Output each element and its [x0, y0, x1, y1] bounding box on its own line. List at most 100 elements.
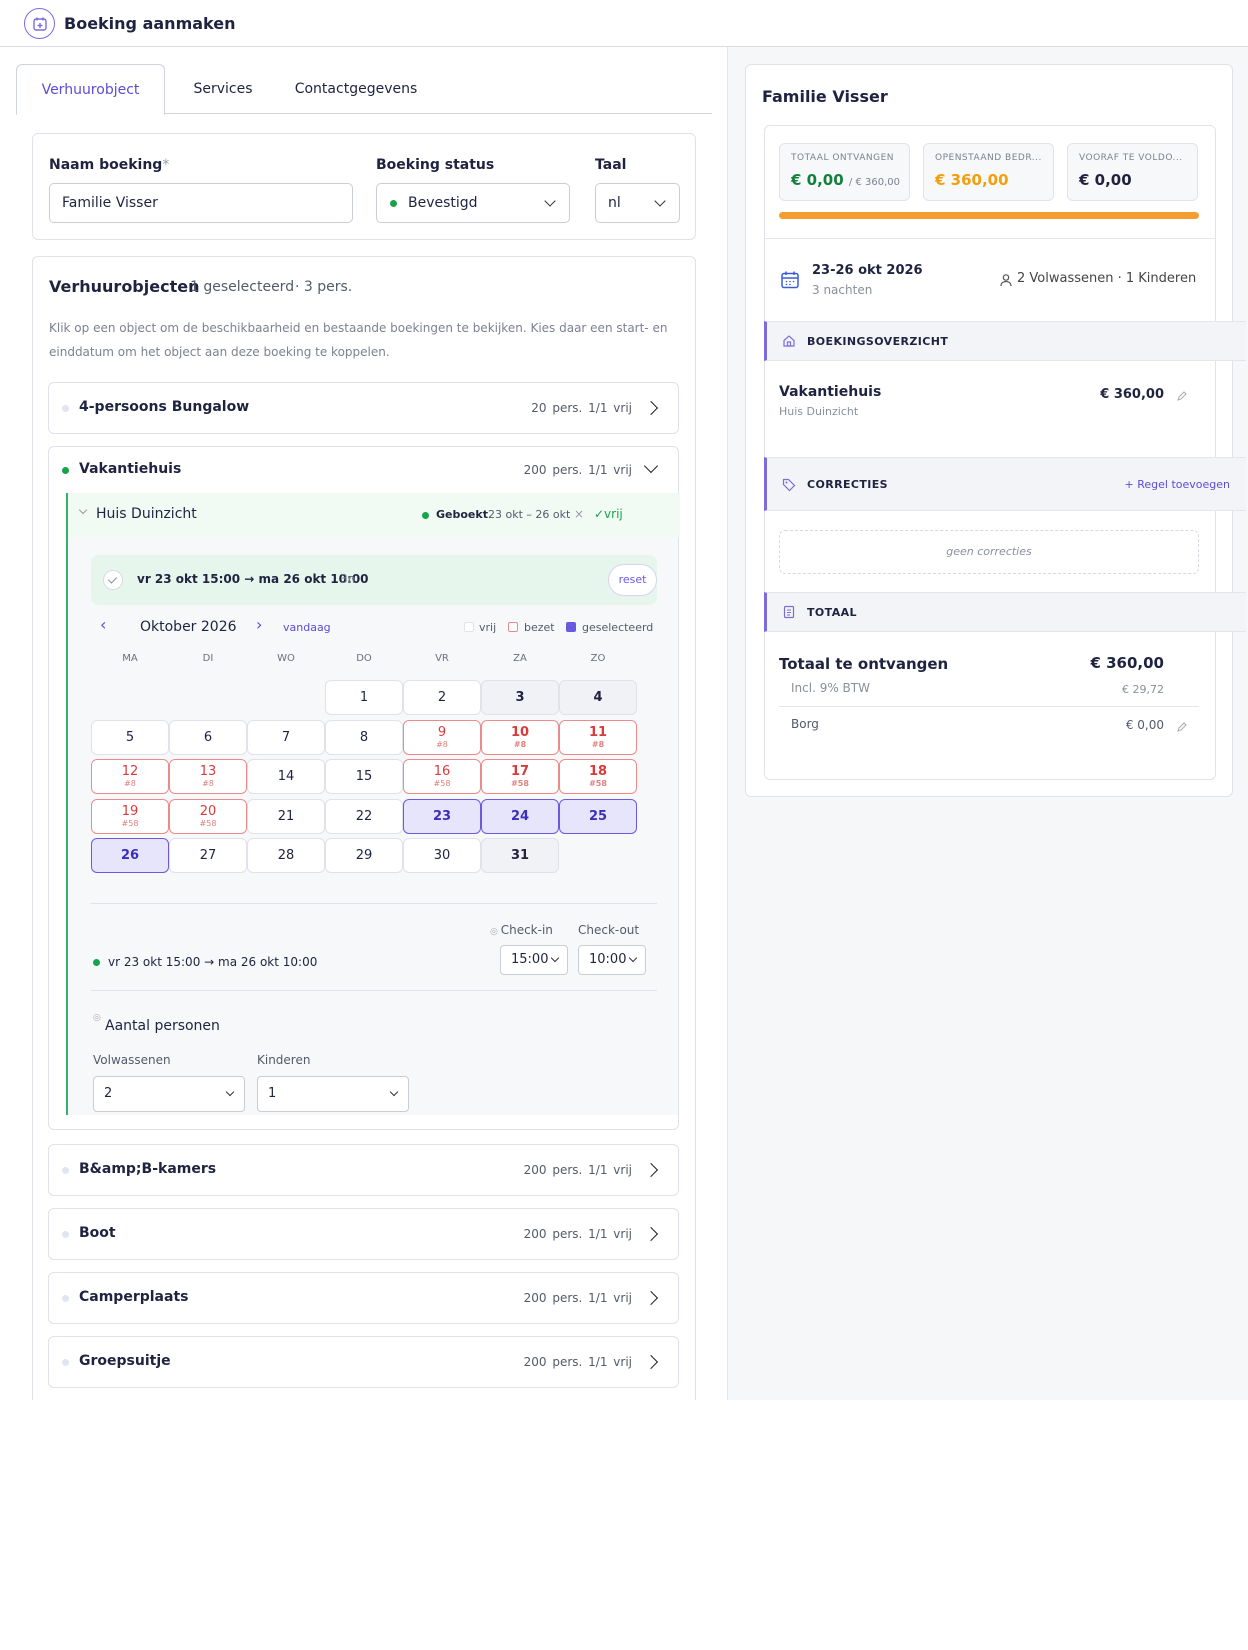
calendar-day-number: 8 [359, 729, 369, 745]
calendar-day-number: 31 [510, 848, 530, 863]
calendar-day[interactable]: 31 [481, 838, 559, 873]
calendar-day[interactable]: 25 [559, 798, 637, 834]
chevron-down-icon[interactable] [643, 458, 659, 474]
next-month-button[interactable]: › [256, 615, 262, 634]
stat-value: € 360,00 [935, 171, 1009, 189]
calendar-day[interactable]: 19 #58 [91, 798, 169, 834]
calendar-day[interactable]: 22 [325, 798, 403, 834]
object-name[interactable]: Vakantiehuis [79, 461, 181, 477]
calendar-day[interactable]: 20 #58 [169, 798, 247, 834]
calendar-day[interactable]: 24 [481, 798, 559, 834]
status-label: Boeking status [376, 157, 495, 173]
calendar-day-number: 2 [437, 690, 447, 705]
legend-busy-swatch [508, 622, 518, 632]
object-row[interactable]: Groepsuitje 200 pers. 1/1 vrij [48, 1336, 679, 1388]
chevron-down-icon [225, 1087, 235, 1097]
status-select[interactable]: Bevestigd [376, 183, 570, 223]
calendar-day[interactable]: 7 [247, 719, 325, 755]
stat-value: € 0,00 [1079, 171, 1132, 189]
calendar-day-booking: #58 [433, 779, 451, 788]
app-header: Boeking aanmaken [0, 0, 1248, 47]
calendar-day[interactable]: 9 #8 [403, 719, 481, 755]
language-select[interactable]: nl [595, 183, 680, 223]
calendar-day-number: 23 [432, 808, 452, 824]
weekday-header: ZO [590, 653, 606, 664]
calendar-day-number: 3 [515, 690, 525, 705]
today-button[interactable]: vandaag [283, 621, 331, 634]
edit-icon[interactable] [1176, 387, 1188, 406]
tab-contactgegevens[interactable]: Contactgegevens [281, 64, 431, 114]
calendar-day[interactable]: 3 [481, 680, 559, 715]
home-icon [782, 333, 796, 352]
unit-header[interactable]: Huis Duinzicht Geboekt 23 okt – 26 okt ×… [68, 493, 680, 537]
calendar-day[interactable]: 18 #58 [559, 759, 637, 794]
calendar-day-booking: #8 [513, 739, 527, 749]
calendar-day[interactable]: 13 #8 [169, 759, 247, 794]
calendar-day[interactable]: 8 [325, 719, 403, 755]
object-meta: 20 pers. 1/1 vrij [531, 401, 632, 415]
checkin-select[interactable]: 15:00 [500, 945, 568, 975]
tab-services[interactable]: Services [168, 64, 278, 114]
calendar-day[interactable]: 15 [325, 759, 403, 794]
weekday-header: DI [202, 653, 214, 664]
remove-unit-button[interactable]: × [574, 507, 584, 521]
object-meta: 200 pers. 1/1 vrij [523, 1355, 632, 1369]
calendar-day-number: 19 [121, 803, 139, 819]
calendar-day-number: 15 [355, 769, 373, 784]
adults-select[interactable]: 2 [93, 1076, 245, 1112]
calendar-day[interactable]: 30 [403, 838, 481, 873]
user-icon [999, 272, 1013, 291]
weekday-header: VR [435, 653, 449, 664]
calendar-day-number: 5 [125, 729, 135, 745]
children-select[interactable]: 1 [257, 1076, 409, 1112]
calendar-day-number: 26 [120, 848, 140, 863]
status-value: Bevestigd [408, 195, 478, 211]
calendar-day[interactable]: 16 #58 [403, 759, 481, 794]
calendar-day[interactable]: 2 [403, 680, 481, 715]
calendar-day-number: 16 [433, 764, 451, 779]
calendar-day[interactable]: 5 [91, 719, 169, 755]
checkout-select[interactable]: 10:00 [578, 945, 646, 975]
calendar-day-number: 14 [277, 769, 295, 784]
summary-guests: 2 Volwassenen · 1 Kinderen [1017, 271, 1197, 286]
calendar-day[interactable]: 23 [403, 798, 481, 834]
calendar-day[interactable]: 27 [169, 838, 247, 873]
calendar-day-number: 30 [433, 848, 451, 863]
calendar-day[interactable]: 6 [169, 719, 247, 755]
object-row[interactable]: Boot 200 pers. 1/1 vrij [48, 1208, 679, 1260]
object-row[interactable]: B&amp;B-kamers 200 pers. 1/1 vrij [48, 1144, 679, 1196]
calendar-day[interactable]: 28 [247, 838, 325, 873]
calendar-day[interactable]: 21 [247, 798, 325, 834]
calendar-day[interactable]: 10 #8 [481, 719, 559, 755]
reset-button[interactable]: reset [608, 564, 657, 596]
calendar-day-number: 18 [588, 764, 608, 779]
calendar-day[interactable]: 29 [325, 838, 403, 873]
calendar-day[interactable]: 12 #8 [91, 759, 169, 794]
booking-form-card: Naam boeking* Familie Visser Boeking sta… [32, 133, 696, 240]
legend-free: vrij [479, 621, 497, 634]
object-row[interactable]: 4-persoons Bungalow 20 pers. 1/1 vrij [48, 382, 679, 434]
divider [91, 990, 657, 991]
tab-verhuurobject[interactable]: Verhuurobject [16, 64, 165, 115]
total-label: Totaal te ontvangen [779, 655, 949, 673]
summary-card: Familie Visser TOTAAL ONTVANGEN € 0,00 /… [745, 64, 1246, 797]
add-rule-button[interactable]: + Regel toevoegen [1125, 478, 1230, 491]
info-icon: ◎ [93, 1013, 101, 1023]
chevron-down-icon [550, 953, 560, 963]
item-name: Vakantiehuis [779, 384, 882, 400]
calendar-day[interactable]: 26 [91, 838, 169, 873]
times-summary: vr 23 okt 15:00 → ma 26 okt 10:00 [108, 955, 318, 969]
calendar-day[interactable]: 1 [325, 680, 403, 715]
calendar-day[interactable]: 11 #8 [559, 719, 637, 755]
object-row[interactable]: Camperplaats 200 pers. 1/1 vrij [48, 1272, 679, 1324]
calendar-plus-icon [24, 8, 55, 39]
edit-icon[interactable] [1176, 718, 1188, 737]
object-status-dot [62, 1167, 69, 1174]
booking-name-input[interactable]: Familie Visser [49, 183, 353, 223]
calendar-day[interactable]: 4 [559, 680, 637, 715]
calendar-day[interactable]: 14 [247, 759, 325, 794]
total-value: € 360,00 [1090, 654, 1164, 672]
calendar-day[interactable]: 17 #58 [481, 759, 559, 794]
weekday-header: WO [277, 653, 295, 664]
prev-month-button[interactable]: ‹ [100, 615, 106, 634]
